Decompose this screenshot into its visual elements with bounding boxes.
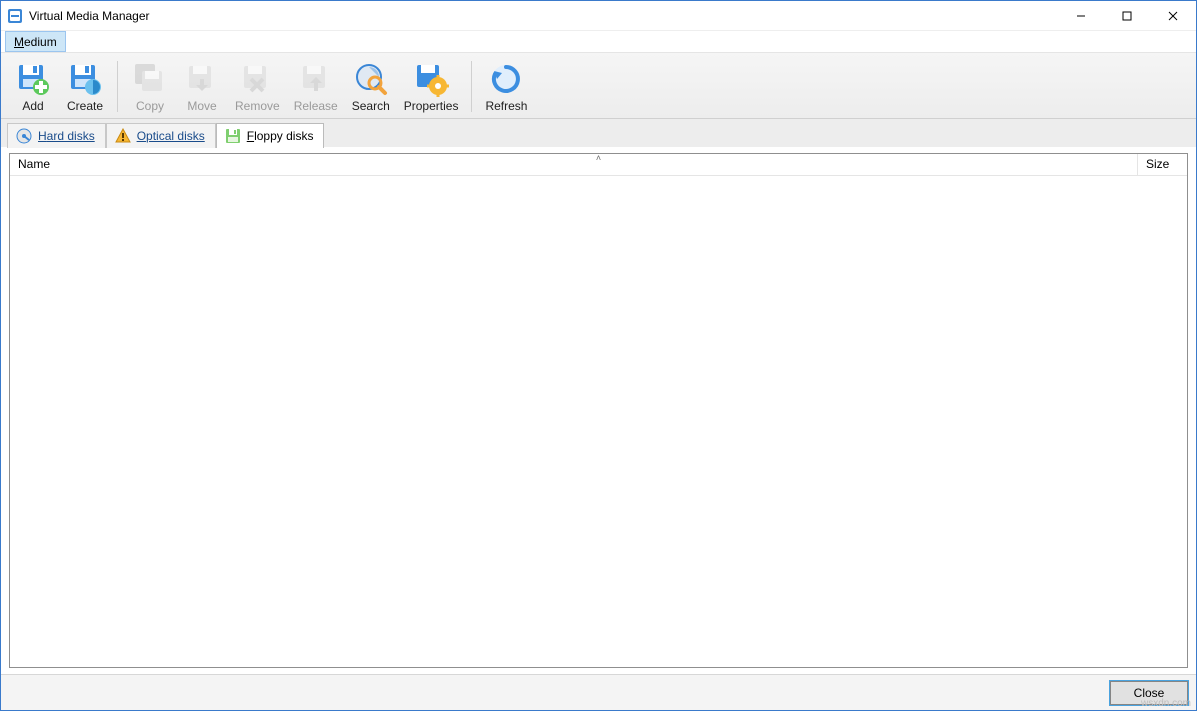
- refresh-icon: [487, 60, 525, 98]
- menubar: Medium: [1, 31, 1196, 53]
- minimize-button[interactable]: [1058, 1, 1104, 31]
- search-button[interactable]: Search: [345, 57, 397, 116]
- search-label: Search: [352, 99, 390, 113]
- move-label: Move: [187, 99, 216, 113]
- copy-label: Copy: [136, 99, 164, 113]
- properties-label: Properties: [404, 99, 459, 113]
- refresh-label: Refresh: [485, 99, 527, 113]
- sort-indicator-icon: ˄: [596, 153, 601, 163]
- window-title: Virtual Media Manager: [29, 9, 1058, 23]
- close-window-button[interactable]: [1150, 1, 1196, 31]
- floppy-remove-icon: [238, 60, 276, 98]
- release-label: Release: [294, 99, 338, 113]
- floppy-release-icon: [297, 60, 335, 98]
- column-header-name[interactable]: Name: [10, 154, 1137, 175]
- app-icon: [7, 8, 23, 24]
- search-icon: [352, 60, 390, 98]
- floppy-icon: [225, 128, 241, 144]
- copy-button: Copy: [124, 57, 176, 116]
- tab-hard-disks[interactable]: Hard disks: [7, 123, 106, 148]
- tab-strip: Hard disks Optical disks Floppy disks: [1, 119, 1196, 147]
- remove-label: Remove: [235, 99, 280, 113]
- list-body: [10, 176, 1187, 667]
- release-button: Release: [287, 57, 345, 116]
- add-label: Add: [22, 99, 43, 113]
- tab-label: Floppy disks: [247, 129, 314, 143]
- toolbar-separator: [471, 61, 472, 112]
- remove-button: Remove: [228, 57, 287, 116]
- content-area: ˄ Name Size: [1, 147, 1196, 674]
- tab-label: Optical disks: [137, 129, 205, 143]
- refresh-button[interactable]: Refresh: [478, 57, 534, 116]
- tab-floppy-disks[interactable]: Floppy disks: [216, 123, 325, 148]
- hard-disk-icon: [16, 128, 32, 144]
- toolbar: Add Create Copy Move Remove Release: [1, 53, 1196, 119]
- column-header-row: ˄ Name Size: [10, 154, 1187, 176]
- column-header-size[interactable]: Size: [1137, 154, 1187, 175]
- menu-medium[interactable]: Medium: [5, 31, 66, 52]
- properties-icon: [412, 60, 450, 98]
- footer: Close: [1, 674, 1196, 710]
- close-button[interactable]: Close: [1110, 681, 1188, 705]
- titlebar: Virtual Media Manager: [1, 1, 1196, 31]
- tab-optical-disks[interactable]: Optical disks: [106, 123, 216, 148]
- floppy-add-icon: [14, 60, 52, 98]
- maximize-button[interactable]: [1104, 1, 1150, 31]
- media-list[interactable]: ˄ Name Size: [9, 153, 1188, 668]
- warning-icon: [115, 128, 131, 144]
- floppy-copy-icon: [131, 60, 169, 98]
- create-label: Create: [67, 99, 103, 113]
- create-button[interactable]: Create: [59, 57, 111, 116]
- floppy-move-icon: [183, 60, 221, 98]
- move-button: Move: [176, 57, 228, 116]
- floppy-create-icon: [66, 60, 104, 98]
- toolbar-separator: [117, 61, 118, 112]
- add-button[interactable]: Add: [7, 57, 59, 116]
- tab-label: Hard disks: [38, 129, 95, 143]
- properties-button[interactable]: Properties: [397, 57, 466, 116]
